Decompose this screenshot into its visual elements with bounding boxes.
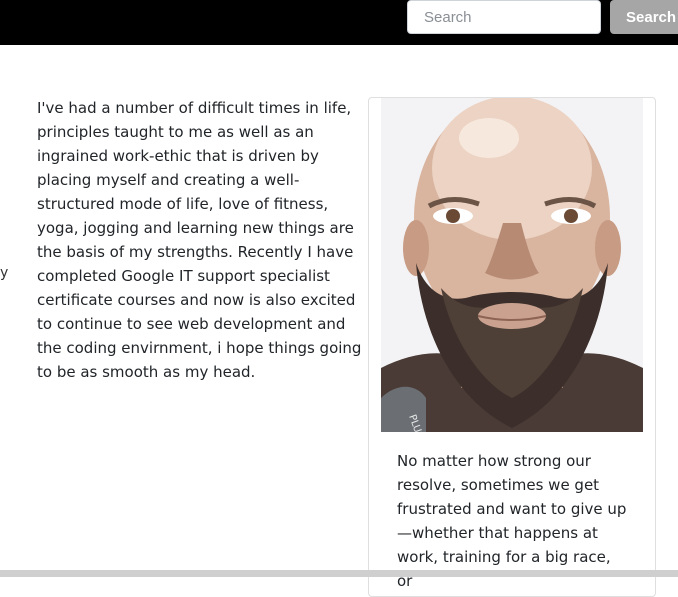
profile-card: PLUS F No matter how strong our resolve,…	[368, 97, 656, 597]
horizontal-scrollbar[interactable]	[0, 570, 678, 577]
search-input[interactable]	[407, 0, 601, 34]
about-paragraph: I've had a number of difficult times in …	[37, 99, 362, 381]
clipped-text-fragment: y	[0, 265, 9, 281]
search-button[interactable]: Search	[610, 0, 678, 34]
profile-photo: PLUS F	[381, 98, 643, 432]
